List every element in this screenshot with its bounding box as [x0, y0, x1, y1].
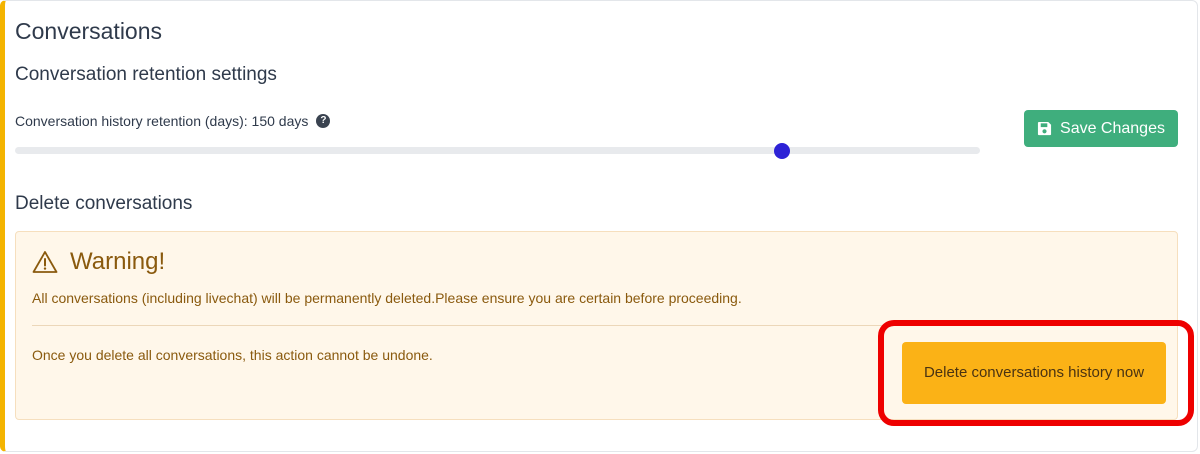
retention-section-title: Conversation retention settings	[15, 64, 277, 85]
warning-header: Warning!	[32, 248, 165, 276]
retention-slider[interactable]	[15, 143, 980, 159]
page-title: Conversations	[15, 18, 163, 44]
warning-message: All conversations (including livechat) w…	[32, 290, 742, 306]
undo-warning-text: Once you delete all conversations, this …	[32, 347, 433, 363]
delete-section-title: Delete conversations	[15, 193, 193, 214]
retention-slider-label: Conversation history retention (days): 1…	[15, 113, 331, 129]
warning-triangle-icon	[32, 250, 58, 274]
delete-conversations-label: Delete conversations history now	[923, 364, 1145, 381]
delete-conversations-button[interactable]: Delete conversations history now	[902, 342, 1166, 404]
save-changes-button[interactable]: Save Changes	[1024, 110, 1178, 147]
save-changes-label: Save Changes	[1060, 119, 1165, 137]
retention-label-text: Conversation history retention (days): 1…	[15, 113, 309, 129]
help-icon[interactable]: ?	[316, 114, 331, 128]
warning-title: Warning!	[70, 248, 166, 275]
floppy-disk-icon	[1037, 121, 1052, 136]
